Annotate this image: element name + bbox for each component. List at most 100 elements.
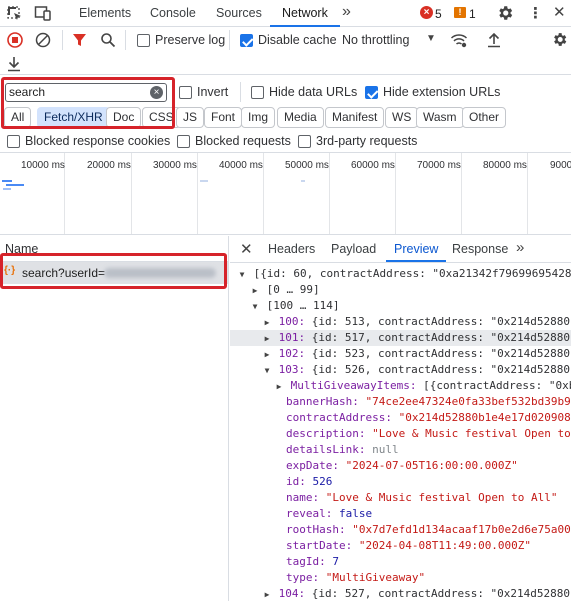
third-party-label[interactable]: 3rd-party requests (316, 134, 417, 148)
json-line[interactable]: expDate: "2024-07-05T16:00:00.000Z" (230, 458, 571, 474)
network-settings-gear-icon[interactable] (551, 31, 568, 48)
type-filter-img[interactable]: Img (241, 107, 276, 128)
json-line[interactable]: ▶ 100: {id: 513, contractAddress: "0x214… (230, 314, 571, 330)
close-icon[interactable]: ✕ (553, 3, 566, 21)
filter-input[interactable]: search (5, 83, 167, 102)
type-filter-css[interactable]: CSS (142, 107, 181, 128)
kebab-menu-icon[interactable]: ⋮ (528, 4, 543, 22)
json-line[interactable]: ▶ MultiGiveawayItems: [{contractAddress:… (230, 378, 571, 394)
timeline-tick-label: 60000 ms (351, 160, 395, 171)
warning-count-icon[interactable]: ! (454, 7, 466, 18)
divider (62, 30, 63, 50)
device-toolbar-icon[interactable] (34, 5, 52, 22)
type-filter-wasm[interactable]: Wasm (416, 107, 464, 128)
json-line[interactable]: reveal: false (230, 506, 571, 522)
settings-gear-icon[interactable] (496, 4, 514, 22)
timeline-gridline (395, 153, 396, 234)
preserve-log-checkbox[interactable] (137, 34, 150, 47)
json-line[interactable]: ▶ [0 … 99] (230, 282, 571, 298)
timeline-tick-label: 30000 ms (153, 160, 197, 171)
json-line[interactable]: ▶ 104: {id: 527, contractAddress: "0x214… (230, 586, 571, 601)
chevron-down-icon[interactable]: ▼ (426, 33, 436, 44)
import-har-icon[interactable] (487, 32, 501, 48)
type-filter-ws[interactable]: WS (385, 107, 419, 128)
json-line[interactable]: rootHash: "0x7d7efd1d134acaaf17b0e2d6e75… (230, 522, 571, 538)
hide-extension-urls-checkbox[interactable] (365, 86, 378, 99)
clear-icon[interactable] (35, 32, 51, 48)
type-filter-fetch-xhr[interactable]: Fetch/XHR (37, 107, 110, 128)
blocked-requests-checkbox[interactable] (177, 135, 190, 148)
throttling-select[interactable]: No throttling (342, 33, 409, 47)
type-filter-doc[interactable]: Doc (106, 107, 142, 128)
json-line[interactable]: ▼ 103: {id: 526, contractAddress: "0x214… (230, 362, 571, 378)
name-column-header[interactable]: Name (5, 242, 38, 256)
xhr-request-icon: {·} (4, 265, 16, 276)
json-line[interactable]: tagId: 7 (230, 554, 571, 570)
tab-preview[interactable]: Preview (386, 236, 447, 262)
timeline-gridline (131, 153, 132, 234)
type-filter-font[interactable]: Font (204, 107, 243, 128)
json-line[interactable]: contractAddress: "0x214d52880b1e4e17d020… (230, 410, 571, 426)
timeline-tick-label: 40000 ms (219, 160, 263, 171)
network-conditions-icon[interactable] (450, 32, 468, 48)
json-line[interactable]: bannerHash: "74ce2ee47324e0fa33bef532bd3… (230, 394, 571, 410)
tab-sources[interactable]: Sources (216, 0, 262, 27)
clear-filter-icon[interactable]: × (150, 86, 163, 99)
warning-count[interactable]: 1 (469, 7, 476, 21)
json-line[interactable]: description: "Love & Music festival Open… (230, 426, 571, 442)
timeline-gridline (197, 153, 198, 234)
disable-cache-checkbox[interactable] (240, 34, 253, 47)
network-toolbar: Preserve log Disable cache No throttling… (0, 27, 571, 53)
export-har-icon[interactable] (7, 56, 21, 72)
json-line[interactable]: id: 526 (230, 474, 571, 490)
error-count[interactable]: 5 (435, 7, 442, 21)
preserve-log-label[interactable]: Preserve log (155, 33, 225, 47)
blocked-cookies-label[interactable]: Blocked response cookies (25, 134, 170, 148)
third-party-checkbox[interactable] (298, 135, 311, 148)
network-overview[interactable]: 10000 ms 20000 ms 30000 ms 40000 ms 5000… (0, 152, 571, 235)
more-tabs-icon[interactable]: » (342, 3, 351, 21)
request-row[interactable]: {·} search?userId= (0, 262, 228, 284)
tab-payload[interactable]: Payload (331, 236, 376, 262)
blocked-requests-label[interactable]: Blocked requests (195, 134, 291, 148)
tab-elements[interactable]: Elements (79, 0, 131, 27)
type-filter-other[interactable]: Other (462, 107, 507, 128)
blocked-cookies-checkbox[interactable] (7, 135, 20, 148)
hide-data-urls-checkbox[interactable] (251, 86, 264, 99)
inspect-element-icon[interactable] (6, 5, 23, 22)
type-filter-js[interactable]: JS (176, 107, 205, 128)
hide-extension-urls-label[interactable]: Hide extension URLs (383, 85, 500, 99)
timeline-bar (301, 180, 305, 182)
json-line[interactable]: startDate: "2024-04-08T11:49:00.000Z" (230, 538, 571, 554)
timeline-tick-label: 50000 ms (285, 160, 329, 171)
tab-response[interactable]: Response (452, 236, 508, 262)
json-line[interactable]: ▶ 102: {id: 523, contractAddress: "0x214… (230, 346, 571, 362)
timeline-bar (2, 180, 12, 182)
hide-data-urls-label[interactable]: Hide data URLs (269, 85, 357, 99)
type-filter-media[interactable]: Media (277, 107, 324, 128)
tab-headers[interactable]: Headers (268, 236, 315, 262)
json-line[interactable]: detailsLink: null (230, 442, 571, 458)
tab-network[interactable]: Network (270, 0, 340, 27)
close-details-icon[interactable]: ✕ (240, 240, 253, 258)
json-line[interactable]: type: "MultiGiveaway" (230, 570, 571, 586)
invert-checkbox[interactable] (179, 86, 192, 99)
tab-console[interactable]: Console (150, 0, 196, 27)
json-line[interactable]: ▼ [100 … 114] (230, 298, 571, 314)
disable-cache-label[interactable]: Disable cache (258, 33, 337, 47)
type-filter-all[interactable]: All (4, 107, 32, 128)
type-filter-manifest[interactable]: Manifest (325, 107, 385, 128)
json-line[interactable]: name: "Love & Music festival Open to All… (230, 490, 571, 506)
divider (125, 30, 126, 50)
json-line[interactable]: ▼ [{id: 60, contractAddress: "0xa21342f7… (230, 266, 571, 282)
details-pane: ✕ Headers Payload Preview Response » ▼ [… (230, 236, 571, 601)
json-line[interactable]: ▶ 101: {id: 517, contractAddress: "0x214… (230, 330, 571, 346)
error-count-icon[interactable]: × (420, 6, 433, 19)
devtools-tab-bar: Elements Console Sources Network » × 5 !… (0, 0, 571, 27)
filter-icon[interactable] (72, 32, 87, 48)
stop-recording-icon[interactable] (7, 32, 23, 48)
search-icon[interactable] (100, 32, 116, 48)
more-detail-tabs-icon[interactable]: » (516, 239, 524, 256)
invert-label[interactable]: Invert (197, 85, 228, 99)
divider (230, 262, 571, 263)
